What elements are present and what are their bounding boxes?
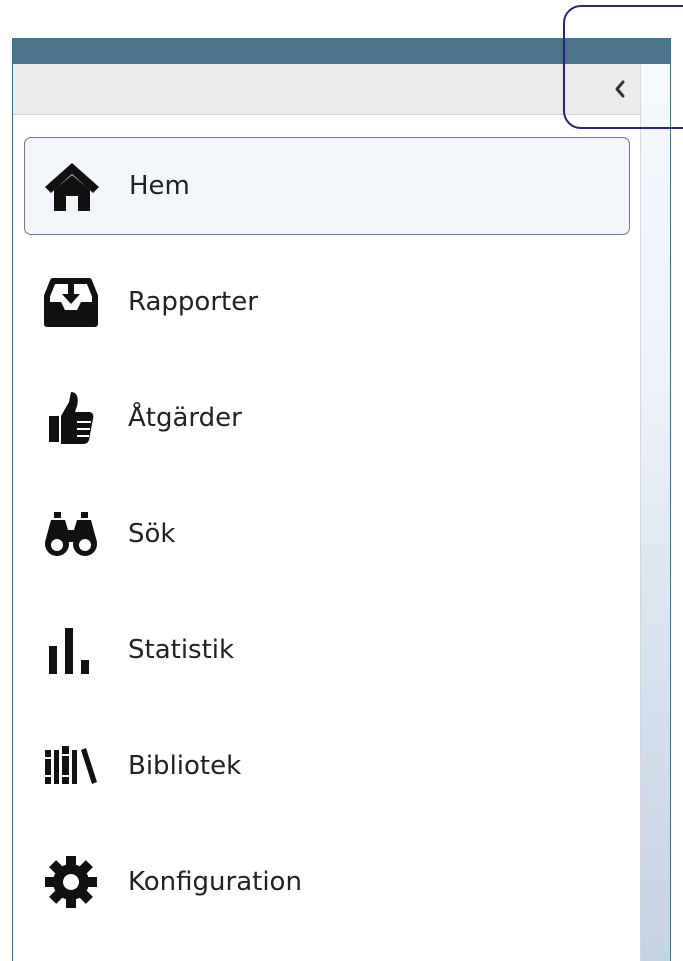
- bar-chart-icon: [40, 619, 102, 681]
- sidebar-item-bibliotek[interactable]: Bibliotek: [24, 717, 630, 815]
- sidebar-item-label: Bibliotek: [128, 751, 242, 781]
- sidebar-panel: Hem Rapporter Åtgärder Sök Statistik Bib…: [13, 64, 641, 961]
- chevron-left-icon: [615, 80, 625, 98]
- sidebar-header: [13, 64, 640, 115]
- sidebar-item-label: Statistik: [128, 635, 235, 665]
- sidebar-item-atgarder[interactable]: Åtgärder: [24, 369, 630, 467]
- sidebar-item-statistik[interactable]: Statistik: [24, 601, 630, 699]
- collapse-sidebar-button[interactable]: [606, 74, 634, 104]
- content-area-edge: [641, 64, 670, 961]
- inbox-download-icon: [40, 271, 102, 333]
- binoculars-icon: [40, 503, 102, 565]
- top-bar: [13, 38, 670, 64]
- sidebar-item-label: Åtgärder: [128, 403, 242, 433]
- sidebar-item-konfiguration[interactable]: Konfiguration: [24, 833, 630, 931]
- sidebar-item-label: Konfiguration: [128, 867, 302, 897]
- sidebar-item-label: Sök: [128, 519, 176, 549]
- sidebar-item-label: Hem: [129, 171, 190, 201]
- sidebar-item-label: Rapporter: [128, 287, 258, 317]
- sidebar-item-sok[interactable]: Sök: [24, 485, 630, 583]
- books-icon: [40, 735, 102, 797]
- gear-icon: [40, 851, 102, 913]
- home-icon: [41, 155, 103, 217]
- app-window: Hem Rapporter Åtgärder Sök Statistik Bib…: [12, 38, 671, 961]
- sidebar-item-rapporter[interactable]: Rapporter: [24, 253, 630, 351]
- thumbs-up-icon: [40, 387, 102, 449]
- sidebar-item-hem[interactable]: Hem: [24, 137, 630, 235]
